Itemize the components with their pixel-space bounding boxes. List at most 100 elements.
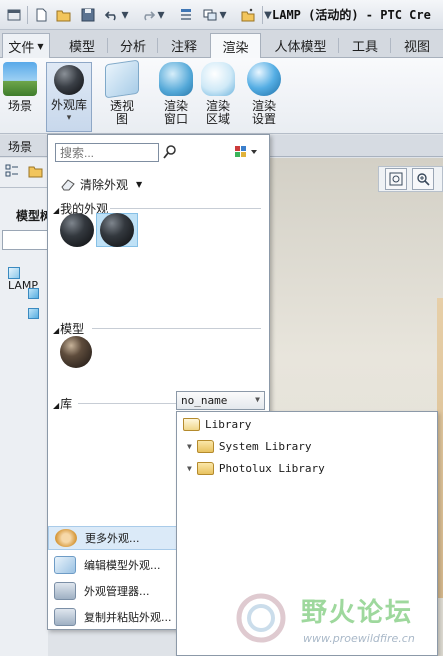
quick-access-toolbar: ▾ ▾ ▾ ▼ LAMP (活动的) - PTC Cre <box>0 0 443 30</box>
render-settings-button[interactable]: 渲染 设置 <box>242 62 286 132</box>
system-library-label: System Library <box>218 440 312 453</box>
tab-human-model-label: 人体模型 <box>274 40 327 55</box>
render-settings-icon <box>247 62 281 96</box>
scene-button-label: 场景 <box>7 99 32 113</box>
open-folder-icon <box>183 418 200 431</box>
tree-item-part[interactable] <box>28 286 39 299</box>
appearance-gallery-button[interactable]: 外观库 ▾ <box>46 62 92 132</box>
refit-icon[interactable] <box>385 168 407 190</box>
redo-icon[interactable] <box>138 5 158 25</box>
app-menu-icon[interactable] <box>4 5 24 25</box>
more-appearances-menu-item[interactable]: 更多外观... <box>48 526 177 550</box>
ribbon-tab-bar: 文件 ▼ 模型 分析 注释 渲染 人体模型 工具 视图 <box>0 30 443 59</box>
watermark-text: 野火论坛 <box>301 598 414 628</box>
tab-analysis-label: 分析 <box>119 40 146 55</box>
model-tree-tab-icon[interactable] <box>3 164 21 182</box>
new-file-icon[interactable] <box>31 5 51 25</box>
library-section[interactable]: ◢库 <box>53 395 72 412</box>
chevron-down-icon: ▼ <box>255 395 260 404</box>
model-section-label: 模型 <box>60 322 85 336</box>
scene-group-label: 场景 <box>8 140 33 154</box>
appearance-search-input[interactable] <box>55 143 159 162</box>
undo-dropdown-icon[interactable]: ▾ <box>120 5 130 25</box>
folder-icon <box>196 462 214 475</box>
library-select-value: no_name <box>181 394 228 407</box>
copy-paste-appearance-menu-item[interactable]: 复制并粘贴外观... <box>48 605 177 629</box>
photolux-library-item[interactable]: ▼ Photolux Library <box>187 462 325 475</box>
watermark-logo-icon <box>236 593 286 643</box>
windows-dropdown-icon[interactable]: ▾ <box>218 5 228 25</box>
clear-appearance-label: 清除外观 <box>80 177 129 192</box>
regenerate-icon[interactable] <box>176 5 196 25</box>
scene-button[interactable]: 场景 <box>0 62 40 132</box>
edit-model-appearance-menu-item[interactable]: 编辑模型外观... <box>48 553 177 577</box>
appearance-manager-label: 外观管理器... <box>84 585 150 598</box>
tab-annotate-label: 注释 <box>170 40 197 55</box>
collapse-triangle-icon: ◢ <box>53 401 60 410</box>
section-divider <box>110 208 261 209</box>
scene-icon <box>3 62 37 96</box>
perspective-view-button[interactable]: 透视 图 <box>100 59 144 132</box>
windows-icon[interactable] <box>200 5 220 25</box>
clear-appearance-dropdown-icon: ▼ <box>136 179 143 189</box>
tab-file[interactable]: 文件 ▼ <box>2 33 50 58</box>
appearance-manager-menu-item[interactable]: 外观管理器... <box>48 579 177 603</box>
clear-appearance-button[interactable]: 清除外观 ▼ <box>60 174 142 194</box>
more-appearances-icon <box>55 529 77 547</box>
appearance-gallery-label: 外观库 <box>50 98 87 112</box>
gallery-view-options-icon[interactable] <box>235 145 261 159</box>
tab-analysis[interactable]: 分析 <box>108 33 158 58</box>
render-region-teapot-icon <box>201 62 235 96</box>
tab-tools[interactable]: 工具 <box>339 33 391 58</box>
open-folder-icon[interactable] <box>54 5 74 25</box>
appearance-swatch-dark[interactable] <box>60 213 94 247</box>
model-tree-panel: 模型树 LAMP <box>0 158 62 656</box>
copy-paste-appearance-label: 复制并粘贴外观... <box>84 611 172 624</box>
tab-human-model[interactable]: 人体模型 <box>262 33 339 58</box>
tab-model-label: 模型 <box>68 40 95 55</box>
folder-browser-tab-icon[interactable] <box>27 164 45 182</box>
tab-render[interactable]: 渲染 <box>210 33 261 59</box>
appearance-sphere-icon <box>54 65 84 95</box>
library-root-item[interactable]: Library <box>183 418 251 431</box>
tab-view[interactable]: 视图 <box>391 33 443 58</box>
library-select[interactable]: no_name ▼ <box>176 391 265 410</box>
photolux-library-label: Photolux Library <box>218 462 325 475</box>
tab-file-dropdown-icon: ▼ <box>37 41 44 51</box>
perspective-label-2: 图 <box>115 112 128 126</box>
close-window-icon[interactable] <box>238 5 258 25</box>
tree-item-part[interactable] <box>28 306 39 319</box>
collapse-triangle-icon: ◢ <box>53 206 60 215</box>
zoom-in-icon[interactable] <box>412 168 434 190</box>
section-divider <box>92 328 261 329</box>
forum-watermark: 野火论坛 www.proewildfire.cn <box>233 590 443 656</box>
tab-model[interactable]: 模型 <box>56 33 108 58</box>
render-region-label-2: 区域 <box>205 112 230 126</box>
library-section-label: 库 <box>60 397 73 411</box>
folder-icon <box>196 440 214 453</box>
render-region-button[interactable]: 渲染 区域 <box>196 62 240 132</box>
expand-triangle-icon: ▼ <box>187 464 192 473</box>
redo-dropdown-icon[interactable]: ▾ <box>156 5 166 25</box>
render-window-label-2: 窗口 <box>163 112 188 126</box>
collapse-triangle-icon: ◢ <box>53 326 60 335</box>
window-title: LAMP (活动的) - PTC Cre <box>272 8 431 22</box>
save-icon[interactable] <box>78 5 98 25</box>
undo-icon[interactable] <box>102 5 122 25</box>
perspective-view-icon <box>105 59 139 99</box>
part-icon <box>28 287 39 299</box>
model-appearance-swatch[interactable] <box>60 336 92 368</box>
search-icon[interactable] <box>162 144 178 160</box>
tab-view-label: 视图 <box>403 40 430 55</box>
more-appearances-label: 更多外观... <box>85 532 140 545</box>
render-window-teapot-icon <box>159 62 193 96</box>
tab-tools-label: 工具 <box>351 40 378 55</box>
render-ribbon: 场景 外观库 ▾ 透视 图 渲染 窗口 渲染 区域 渲染 设置 <box>0 58 443 134</box>
render-window-button[interactable]: 渲染 窗口 <box>154 62 198 132</box>
eraser-icon <box>61 179 75 191</box>
part-icon <box>28 307 39 319</box>
system-library-item[interactable]: ▼ System Library <box>187 440 312 453</box>
tab-annotate[interactable]: 注释 <box>158 33 210 58</box>
appearance-swatch-dark-selected[interactable] <box>100 213 134 247</box>
model-section[interactable]: ◢模型 <box>53 320 84 337</box>
